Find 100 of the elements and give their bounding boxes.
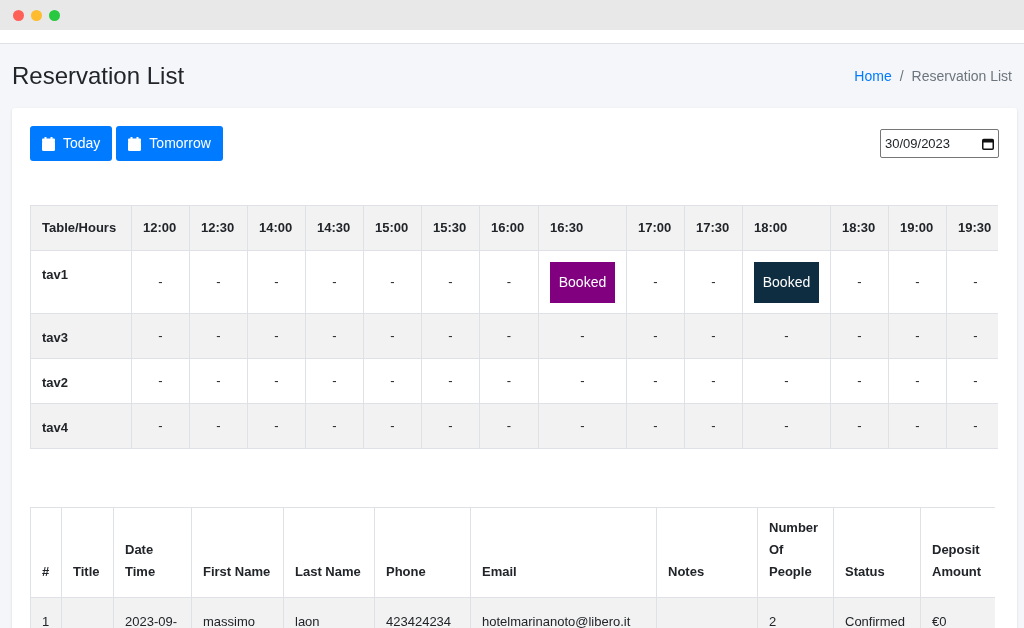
column-header: 19:00 xyxy=(888,205,947,251)
empty-slot-text: - xyxy=(216,418,221,434)
empty-slot-text: - xyxy=(506,328,512,344)
empty-slot-text: - xyxy=(915,418,920,434)
empty-slot-text: - xyxy=(158,418,163,434)
empty-slot-text: - xyxy=(973,418,978,434)
calendar-icon xyxy=(42,136,55,151)
table-cell: massimo xyxy=(203,614,255,628)
empty-slot-text: - xyxy=(506,274,512,290)
empty-slot-text: - xyxy=(332,418,337,434)
table-cell: 1 xyxy=(42,614,50,628)
empty-slot-text: - xyxy=(390,373,395,389)
table-cell: hotelmarinanoto@libero.it xyxy=(482,614,631,628)
empty-slot-text: - xyxy=(506,373,512,389)
booked-tag[interactable]: Booked xyxy=(549,261,616,303)
empty-slot-text: - xyxy=(506,418,512,434)
calendar-icon xyxy=(982,137,994,150)
column-header: 15:30 xyxy=(421,205,480,251)
table-name-cell: tav4 xyxy=(30,403,132,449)
column-header: 18:30 xyxy=(830,205,889,251)
empty-slot-text: - xyxy=(390,418,395,434)
table-cell: €0 xyxy=(932,614,947,628)
column-header: Table/Hours xyxy=(30,205,132,251)
empty-slot-text: - xyxy=(784,328,789,344)
column-header: 16:30 xyxy=(538,205,627,251)
empty-slot-text: - xyxy=(390,274,395,290)
column-header: # xyxy=(42,564,50,579)
table-cell: 2023-09- xyxy=(125,614,178,628)
empty-slot-text: - xyxy=(274,328,279,344)
empty-slot-text: - xyxy=(332,274,337,290)
column-header: Number Of People xyxy=(769,520,819,579)
empty-slot-text: - xyxy=(216,373,221,389)
column-header: Last Name xyxy=(295,564,361,579)
column-header: Notes xyxy=(668,564,705,579)
column-header: 17:30 xyxy=(684,205,743,251)
empty-slot-text: - xyxy=(216,328,221,344)
table-name-cell: tav1 xyxy=(30,250,132,314)
column-header: Title xyxy=(73,564,100,579)
empty-slot-text: - xyxy=(158,373,163,389)
date-field[interactable]: 30/09/2023 xyxy=(880,129,999,158)
empty-slot-text: - xyxy=(857,328,862,344)
column-header: 14:00 xyxy=(247,205,306,251)
column-header: 14:30 xyxy=(305,205,364,251)
table-cell: Confirmed xyxy=(845,614,905,628)
column-header: 15:00 xyxy=(363,205,422,251)
empty-slot-text: - xyxy=(857,274,862,290)
column-header: 16:00 xyxy=(479,205,539,251)
empty-slot-text: - xyxy=(711,328,716,344)
empty-slot-text: - xyxy=(653,373,658,389)
table-name-cell: tav3 xyxy=(30,313,132,359)
empty-slot-text: - xyxy=(448,418,453,434)
booked-tag[interactable]: Booked xyxy=(753,261,820,303)
column-header: 12:30 xyxy=(189,205,248,251)
column-header: Date Time xyxy=(125,542,156,579)
empty-slot-text: - xyxy=(158,274,163,290)
column-header: 17:00 xyxy=(626,205,685,251)
empty-slot-text: - xyxy=(784,418,789,434)
empty-slot-text: - xyxy=(580,328,585,344)
empty-slot-text: - xyxy=(448,373,453,389)
empty-slot-text: - xyxy=(915,328,920,344)
breadcrumb-link[interactable]: Home xyxy=(854,65,892,87)
empty-slot-text: - xyxy=(653,328,658,344)
table-cell: 2 xyxy=(769,614,777,628)
empty-slot-text: - xyxy=(274,418,279,434)
column-header: Email xyxy=(482,564,517,579)
empty-slot-text: - xyxy=(711,274,716,290)
table-name-cell: tav2 xyxy=(30,358,132,404)
column-header: Deposit Amount xyxy=(932,542,982,579)
empty-slot-text: - xyxy=(857,418,862,434)
empty-slot-text: - xyxy=(653,274,658,290)
empty-slot-text: - xyxy=(274,373,279,389)
empty-slot-text: - xyxy=(580,373,585,389)
empty-slot-text: - xyxy=(784,373,789,389)
page-title: Reservation List xyxy=(12,61,185,91)
empty-slot-text: - xyxy=(390,328,395,344)
empty-slot-text: - xyxy=(448,274,453,290)
empty-slot-text: - xyxy=(857,373,862,389)
empty-slot-text: - xyxy=(973,373,978,389)
empty-slot-text: - xyxy=(653,418,658,434)
column-header: 18:00 xyxy=(742,205,831,251)
empty-slot-text: - xyxy=(973,328,978,344)
column-header: First Name xyxy=(203,564,271,579)
empty-slot-text: - xyxy=(580,418,585,434)
table-cell: laon xyxy=(295,614,320,628)
column-header: 19:30 xyxy=(946,205,998,251)
empty-slot-text: - xyxy=(216,274,221,290)
breadcrumb-separator: / xyxy=(898,66,905,86)
empty-slot-text: - xyxy=(158,328,163,344)
empty-slot-text: - xyxy=(274,274,279,290)
column-header: Phone xyxy=(386,564,426,579)
date-shortcut-button[interactable]: Today xyxy=(30,126,113,161)
column-header: 12:00 xyxy=(131,205,190,251)
empty-slot-text: - xyxy=(711,418,716,434)
date-shortcut-button[interactable]: Tomorrow xyxy=(116,126,223,161)
empty-slot-text: - xyxy=(332,328,337,344)
empty-slot-text: - xyxy=(915,274,920,290)
breadcrumb-current: Reservation List xyxy=(911,66,1012,86)
empty-slot-text: - xyxy=(915,373,920,389)
empty-slot-text: - xyxy=(973,274,978,290)
empty-slot-text: - xyxy=(332,373,337,389)
